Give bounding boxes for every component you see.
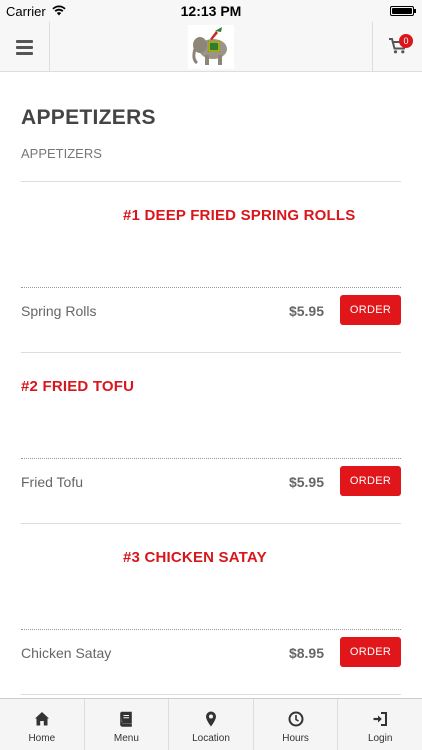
item-price: $8.95 bbox=[288, 645, 324, 661]
item-separator bbox=[21, 694, 401, 695]
nav-home[interactable]: Home bbox=[0, 699, 85, 750]
clock-icon bbox=[288, 711, 304, 727]
nav-label: Hours bbox=[282, 733, 309, 744]
item-divider bbox=[21, 458, 401, 459]
nav-label: Home bbox=[28, 733, 56, 744]
item-title: #3 CHICKEN SATAY bbox=[123, 549, 267, 566]
section-title: APPETIZERS bbox=[21, 106, 156, 129]
nav-location[interactable]: Location bbox=[169, 699, 254, 750]
item-label: Chicken Satay bbox=[21, 645, 112, 661]
item-title: #2 FRIED TOFU bbox=[21, 378, 135, 395]
hamburger-menu-button[interactable] bbox=[0, 22, 50, 72]
hamburger-icon bbox=[16, 37, 33, 58]
battery-icon bbox=[390, 6, 416, 16]
map-pin-icon bbox=[205, 711, 216, 727]
item-price: $5.95 bbox=[288, 474, 324, 490]
bottom-nav: Home Menu Location Hours Login bbox=[0, 698, 422, 750]
item-title: #1 DEEP FRIED SPRING ROLLS bbox=[123, 207, 356, 224]
item-separator bbox=[21, 523, 401, 524]
section-subtitle: APPETIZERS bbox=[21, 146, 102, 161]
cart-count-badge: 0 bbox=[399, 34, 413, 48]
sign-in-icon bbox=[373, 712, 388, 726]
nav-label: Login bbox=[367, 733, 393, 744]
nav-hours[interactable]: Hours bbox=[254, 699, 339, 750]
cart-button[interactable]: 0 bbox=[372, 22, 422, 72]
nav-menu[interactable]: Menu bbox=[85, 699, 170, 750]
order-button[interactable]: ORDER bbox=[340, 637, 401, 667]
item-label: Spring Rolls bbox=[21, 303, 97, 319]
item-price: $5.95 bbox=[288, 303, 324, 319]
item-label: Fried Tofu bbox=[21, 474, 83, 490]
section-divider bbox=[21, 181, 401, 182]
elephant-logo bbox=[188, 25, 234, 69]
app-header: 0 bbox=[0, 22, 422, 72]
clock-time: 12:13 PM bbox=[180, 3, 242, 19]
nav-label: Location bbox=[192, 733, 230, 744]
home-icon bbox=[34, 712, 49, 726]
nav-label: Menu bbox=[113, 733, 139, 744]
order-button[interactable]: ORDER bbox=[340, 295, 401, 325]
nav-login[interactable]: Login bbox=[338, 699, 422, 750]
status-bar: Carrier 12:13 PM bbox=[0, 0, 422, 22]
book-icon bbox=[120, 711, 133, 727]
item-separator bbox=[21, 352, 401, 353]
order-button[interactable]: ORDER bbox=[340, 466, 401, 496]
item-divider bbox=[21, 287, 401, 288]
item-divider bbox=[21, 629, 401, 630]
